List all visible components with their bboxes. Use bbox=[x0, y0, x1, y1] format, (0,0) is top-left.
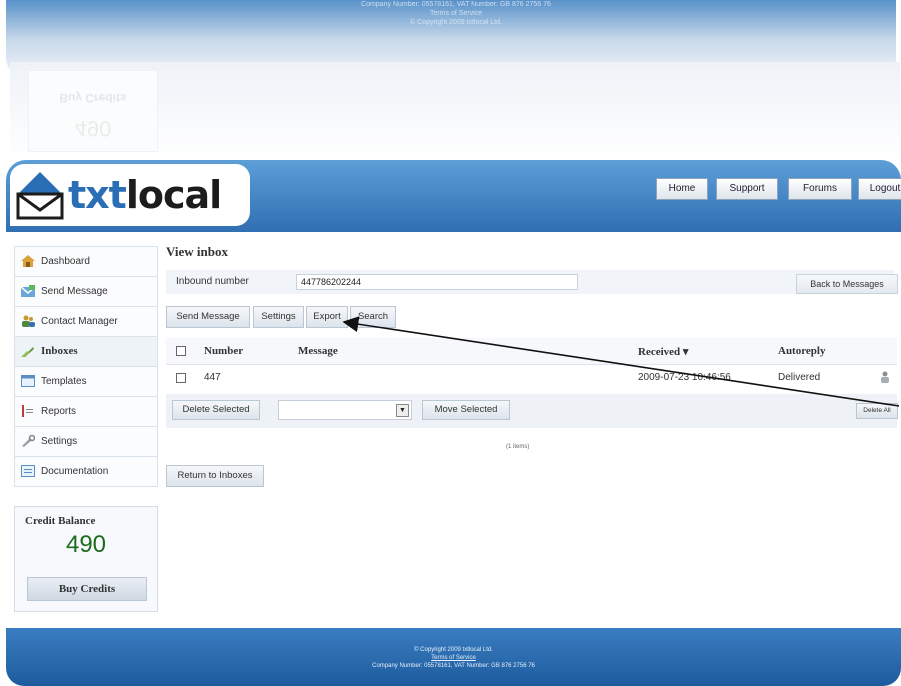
column-autoreply[interactable]: Autoreply bbox=[778, 345, 825, 357]
sidebar-item-label: Dashboard bbox=[41, 256, 90, 267]
sidebar-item-label: Templates bbox=[41, 376, 87, 387]
envelope-icon bbox=[21, 285, 35, 297]
column-number[interactable]: Number bbox=[204, 345, 243, 357]
logo-text-local: local bbox=[125, 173, 222, 217]
reflected-terms-text: Terms of Service bbox=[429, 10, 483, 17]
sidebar-item-label: Documentation bbox=[41, 466, 109, 477]
chevron-down-icon[interactable]: ▼ bbox=[396, 404, 409, 417]
page-title: View inbox bbox=[166, 244, 228, 259]
terms-link[interactable]: Terms of Service bbox=[6, 654, 901, 662]
sidebar-item-send-message[interactable]: Send Message bbox=[14, 276, 158, 306]
inbound-number-row: Inbound number 447786202244 bbox=[166, 270, 894, 294]
txtlocal-logo[interactable]: txtlocal bbox=[10, 164, 250, 226]
credit-balance-title: Credit Balance bbox=[25, 515, 96, 527]
reflected-footer-text: Company Number: 05578161, VAT Number: GB… bbox=[336, 0, 576, 27]
support-button[interactable]: Support bbox=[716, 178, 778, 200]
move-to-select[interactable]: ▼ bbox=[278, 400, 412, 420]
house-icon bbox=[21, 255, 35, 267]
return-to-inboxes-button[interactable]: Return to Inboxes bbox=[166, 465, 264, 487]
inbound-number-label: Inbound number bbox=[176, 276, 249, 287]
copyright-text: © Copyright 2009 txtlocal Ltd. bbox=[414, 647, 493, 653]
logout-button[interactable]: Logout bbox=[858, 178, 901, 200]
sidebar-item-settings[interactable]: Settings bbox=[14, 426, 158, 456]
wrench-icon bbox=[22, 435, 35, 447]
sidebar-item-documentation[interactable]: Documentation bbox=[14, 456, 158, 487]
items-count: (1 items) bbox=[506, 444, 530, 450]
company-info-text: Company Number: 05578161, VAT Number: GB… bbox=[372, 663, 535, 669]
reflected-copyright-text: © Copyright 2009 txtlocal Ltd. bbox=[410, 19, 502, 26]
sidebar-item-label: Settings bbox=[41, 436, 78, 447]
sidebar-item-label: Send Message bbox=[41, 286, 108, 297]
delete-all-button[interactable]: Delete All bbox=[856, 403, 898, 419]
select-all-checkbox[interactable] bbox=[176, 346, 186, 356]
column-received[interactable]: Received ▾ bbox=[638, 345, 688, 358]
row-checkbox[interactable] bbox=[176, 373, 186, 383]
row-received: 2009-07-23 10:46:56 bbox=[638, 372, 731, 383]
sidebar-item-label: Contact Manager bbox=[41, 316, 118, 327]
row-number: 447 bbox=[204, 372, 221, 383]
reflected-company-text: Company Number: 05578161, VAT Number: GB… bbox=[361, 1, 551, 8]
reflected-credit-value: 490 bbox=[74, 116, 112, 141]
move-selected-button[interactable]: Move Selected bbox=[422, 400, 510, 420]
inbound-number-field[interactable]: 447786202244 bbox=[296, 274, 578, 290]
sidebar-item-dashboard[interactable]: Dashboard bbox=[14, 246, 158, 276]
table-header: Number Message Received ▾ Autoreply bbox=[166, 338, 897, 365]
logo-text-txt: txt bbox=[68, 173, 127, 217]
column-message[interactable]: Message bbox=[298, 345, 338, 357]
inbox-icon bbox=[21, 347, 34, 357]
row-autoreply: Delivered bbox=[778, 372, 821, 383]
buy-credits-button[interactable]: Buy Credits bbox=[27, 577, 147, 601]
credit-balance-panel: Credit Balance 490 Buy Credits bbox=[14, 506, 158, 612]
report-icon bbox=[22, 405, 33, 417]
people-icon bbox=[22, 315, 35, 327]
app-window: txtlocal Home Support Forums Logout Dash… bbox=[6, 160, 901, 686]
template-icon bbox=[21, 375, 35, 387]
delete-selected-button[interactable]: Delete Selected bbox=[172, 400, 260, 420]
home-button[interactable]: Home bbox=[656, 178, 708, 200]
reflected-credit-card: Buy Credits 490 bbox=[28, 70, 158, 152]
table-row[interactable]: 447 2009-07-23 10:46:56 Delivered bbox=[166, 365, 897, 389]
export-button[interactable]: Export bbox=[306, 306, 348, 328]
page-reflection: Company Number: 05578161, VAT Number: GB… bbox=[0, 0, 901, 160]
footer: © Copyright 2009 txtlocal Ltd. Terms of … bbox=[6, 628, 901, 686]
sidebar-item-templates[interactable]: Templates bbox=[14, 366, 158, 396]
sidebar-item-label: Reports bbox=[41, 406, 77, 417]
send-message-button[interactable]: Send Message bbox=[166, 306, 250, 328]
sidebar-item-inboxes[interactable]: Inboxes bbox=[14, 336, 158, 366]
back-to-messages-button[interactable]: Back to Messages bbox=[796, 274, 898, 294]
person-icon[interactable] bbox=[880, 371, 890, 383]
credit-balance-value: 490 bbox=[65, 531, 107, 558]
forums-button[interactable]: Forums bbox=[788, 178, 852, 200]
logo-wordmark: txtlocal bbox=[68, 172, 222, 218]
document-icon bbox=[21, 465, 35, 477]
sidebar-item-reports[interactable]: Reports bbox=[14, 396, 158, 426]
envelope-logo-icon bbox=[16, 172, 64, 220]
search-button[interactable]: Search bbox=[350, 306, 396, 328]
messages-table: Number Message Received ▾ Autoreply 447 … bbox=[166, 338, 898, 428]
settings-button[interactable]: Settings bbox=[253, 306, 304, 328]
sidebar-item-label: Inboxes bbox=[41, 345, 78, 357]
reflected-buy-credits: Buy Credits bbox=[59, 91, 127, 105]
sidebar-item-contact-manager[interactable]: Contact Manager bbox=[14, 306, 158, 336]
table-actions: Delete Selected ▼ Move Selected Delete A… bbox=[166, 394, 898, 428]
sidebar: Dashboard Send Message Contact Manager I… bbox=[14, 246, 158, 487]
header: txtlocal Home Support Forums Logout bbox=[6, 160, 901, 232]
